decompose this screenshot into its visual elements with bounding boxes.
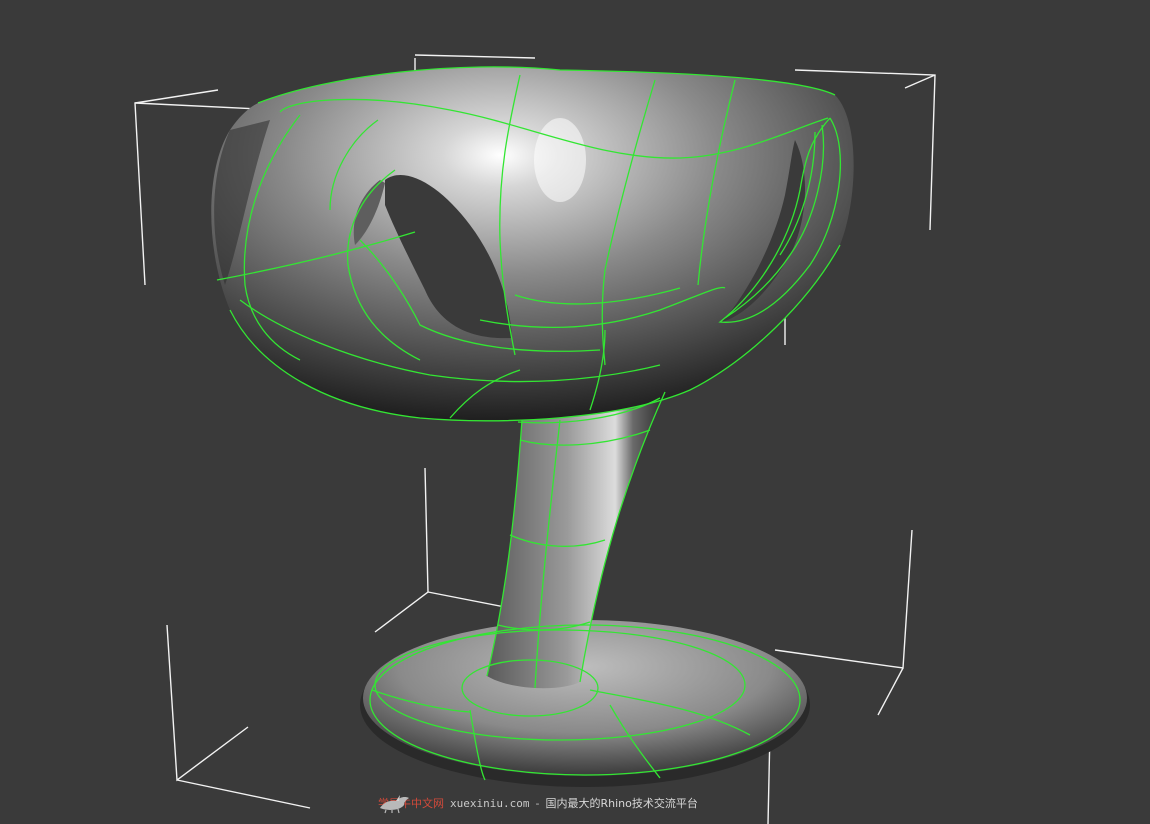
- watermark: 学犀牛中文网 xuexiniu.com - 国内最大的Rhino技术交流平台: [378, 792, 698, 814]
- rhino-logo-icon: [380, 795, 409, 814]
- bbox-corner-front-top-left: [134, 89, 219, 286]
- bbox-corner-back-bottom-right: [774, 529, 913, 669]
- chair-seat: [211, 66, 854, 421]
- bbox-edge-back-top: [414, 54, 536, 59]
- watermark-description: 国内最大的Rhino技术交流平台: [545, 797, 698, 810]
- watermark-separator: -: [535, 796, 540, 810]
- watermark-url[interactable]: xuexiniu.com: [450, 797, 529, 810]
- bbox-corner-back-bottom-left: [374, 467, 429, 633]
- viewport-canvas: [134, 54, 936, 824]
- bbox-corner-front-bottom-left: [166, 624, 249, 782]
- rhino-viewport[interactable]: 学犀牛中文网 xuexiniu.com - 国内最大的Rhino技术交流平台: [0, 0, 1150, 824]
